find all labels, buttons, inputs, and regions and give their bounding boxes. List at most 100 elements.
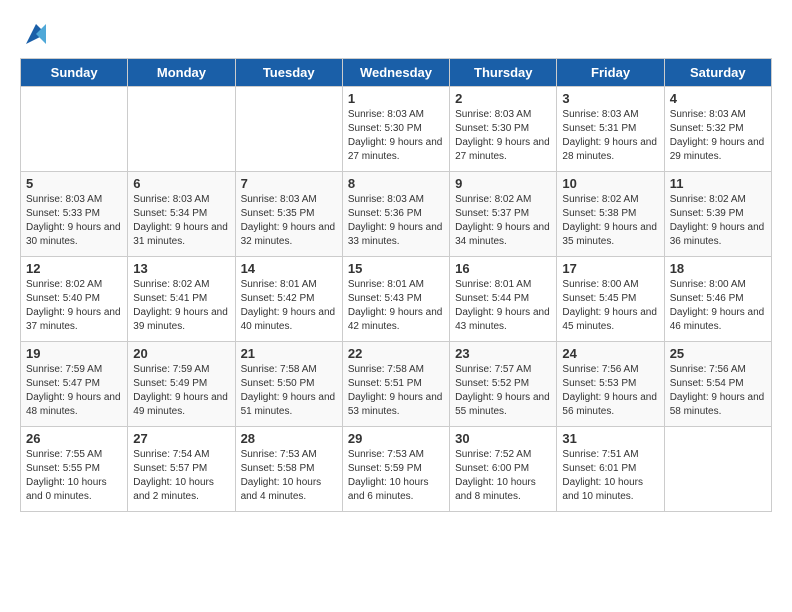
day-info: Sunrise: 8:01 AM Sunset: 5:44 PM Dayligh…: [455, 278, 551, 334]
day-info: Sunrise: 7:51 AM Sunset: 6:01 PM Dayligh…: [562, 448, 658, 504]
day-cell-11: 11 Sunrise: 8:02 AM Sunset: 5:39 PM Dayli…: [664, 172, 771, 257]
day-cell-4: 4 Sunrise: 8:03 AM Sunset: 5:32 PM Daylig…: [664, 87, 771, 172]
day-number: 10: [562, 176, 658, 191]
day-cell-1: 1 Sunrise: 8:03 AM Sunset: 5:30 PM Daylig…: [342, 87, 449, 172]
day-cell-22: 22 Sunrise: 7:58 AM Sunset: 5:51 PM Dayli…: [342, 342, 449, 427]
empty-cell: [128, 87, 235, 172]
day-cell-12: 12Sunrise: 8:02 AM Sunset: 5:40 PM Dayli…: [21, 257, 128, 342]
day-cell-5: 5 Sunrise: 8:03 AM Sunset: 5:33 PM Daylig…: [21, 172, 128, 257]
day-cell-31: 31 Sunrise: 7:51 AM Sunset: 6:01 PM Dayli…: [557, 427, 664, 512]
day-cell-8: 8 Sunrise: 8:03 AM Sunset: 5:36 PM Daylig…: [342, 172, 449, 257]
day-info: Sunrise: 7:54 AM Sunset: 5:57 PM Dayligh…: [133, 448, 229, 504]
day-cell-27: 27 Sunrise: 7:54 AM Sunset: 5:57 PM Dayli…: [128, 427, 235, 512]
day-info: Sunrise: 8:03 AM Sunset: 5:32 PM Dayligh…: [670, 108, 766, 164]
day-cell-15: 15 Sunrise: 8:01 AM Sunset: 5:43 PM Dayli…: [342, 257, 449, 342]
logo-icon: [22, 20, 50, 48]
logo: [20, 20, 50, 48]
day-number: 1: [348, 91, 444, 106]
day-cell-7: 7 Sunrise: 8:03 AM Sunset: 5:35 PM Daylig…: [235, 172, 342, 257]
day-number: 2: [455, 91, 551, 106]
day-info: Sunrise: 7:56 AM Sunset: 5:54 PM Dayligh…: [670, 363, 766, 419]
day-info: Sunrise: 7:58 AM Sunset: 5:50 PM Dayligh…: [241, 363, 337, 419]
day-info: Sunrise: 7:58 AM Sunset: 5:51 PM Dayligh…: [348, 363, 444, 419]
day-number: 7: [241, 176, 337, 191]
day-cell-14: 14Sunrise: 8:01 AM Sunset: 5:42 PM Dayli…: [235, 257, 342, 342]
day-info: Sunrise: 7:55 AM Sunset: 5:55 PM Dayligh…: [26, 448, 122, 504]
day-cell-25: 25 Sunrise: 7:56 AM Sunset: 5:54 PM Dayli…: [664, 342, 771, 427]
day-info: Sunrise: 7:56 AM Sunset: 5:53 PM Dayligh…: [562, 363, 658, 419]
day-cell-23: 23 Sunrise: 7:57 AM Sunset: 5:52 PM Dayli…: [450, 342, 557, 427]
day-info: Sunrise: 8:02 AM Sunset: 5:37 PM Dayligh…: [455, 193, 551, 249]
day-info: Sunrise: 7:53 AM Sunset: 5:59 PM Dayligh…: [348, 448, 444, 504]
day-number: 21: [241, 346, 337, 361]
day-number: 5: [26, 176, 122, 191]
day-number: 15: [348, 261, 444, 276]
day-header-friday: Friday: [557, 59, 664, 87]
day-number: 22: [348, 346, 444, 361]
day-cell-30: 30 Sunrise: 7:52 AM Sunset: 6:00 PM Dayli…: [450, 427, 557, 512]
empty-cell: [21, 87, 128, 172]
day-cell-13: 13Sunrise: 8:02 AM Sunset: 5:41 PM Dayli…: [128, 257, 235, 342]
day-number: 11: [670, 176, 766, 191]
day-number: 23: [455, 346, 551, 361]
day-cell-28: 28 Sunrise: 7:53 AM Sunset: 5:58 PM Dayli…: [235, 427, 342, 512]
day-info: Sunrise: 8:03 AM Sunset: 5:34 PM Dayligh…: [133, 193, 229, 249]
day-info: Sunrise: 8:00 AM Sunset: 5:45 PM Dayligh…: [562, 278, 658, 334]
day-header-thursday: Thursday: [450, 59, 557, 87]
day-number: 4: [670, 91, 766, 106]
day-cell-24: 24 Sunrise: 7:56 AM Sunset: 5:53 PM Dayli…: [557, 342, 664, 427]
day-cell-9: 9 Sunrise: 8:02 AM Sunset: 5:37 PM Daylig…: [450, 172, 557, 257]
day-info: Sunrise: 8:01 AM Sunset: 5:42 PM Dayligh…: [241, 278, 337, 334]
day-cell-21: 21 Sunrise: 7:58 AM Sunset: 5:50 PM Dayli…: [235, 342, 342, 427]
day-info: Sunrise: 8:03 AM Sunset: 5:33 PM Dayligh…: [26, 193, 122, 249]
day-info: Sunrise: 7:52 AM Sunset: 6:00 PM Dayligh…: [455, 448, 551, 504]
day-cell-19: 19 Sunrise: 7:59 AM Sunset: 5:47 PM Dayli…: [21, 342, 128, 427]
day-header-sunday: Sunday: [21, 59, 128, 87]
day-cell-20: 20Sunrise: 7:59 AM Sunset: 5:49 PM Dayli…: [128, 342, 235, 427]
day-info: Sunrise: 8:03 AM Sunset: 5:30 PM Dayligh…: [455, 108, 551, 164]
day-number: 26: [26, 431, 122, 446]
page-header: [20, 20, 772, 48]
day-number: 18: [670, 261, 766, 276]
day-header-wednesday: Wednesday: [342, 59, 449, 87]
day-info: Sunrise: 8:03 AM Sunset: 5:35 PM Dayligh…: [241, 193, 337, 249]
calendar-table: SundayMondayTuesdayWednesdayThursdayFrid…: [20, 58, 772, 512]
day-cell-16: 16 Sunrise: 8:01 AM Sunset: 5:44 PM Dayli…: [450, 257, 557, 342]
day-number: 25: [670, 346, 766, 361]
day-number: 27: [133, 431, 229, 446]
day-number: 31: [562, 431, 658, 446]
day-number: 29: [348, 431, 444, 446]
day-info: Sunrise: 7:59 AM Sunset: 5:47 PM Dayligh…: [26, 363, 122, 419]
day-info: Sunrise: 8:03 AM Sunset: 5:31 PM Dayligh…: [562, 108, 658, 164]
day-number: 28: [241, 431, 337, 446]
day-cell-2: 2 Sunrise: 8:03 AM Sunset: 5:30 PM Daylig…: [450, 87, 557, 172]
day-number: 9: [455, 176, 551, 191]
day-cell-17: 17 Sunrise: 8:00 AM Sunset: 5:45 PM Dayli…: [557, 257, 664, 342]
day-cell-10: 10 Sunrise: 8:02 AM Sunset: 5:38 PM Dayli…: [557, 172, 664, 257]
day-cell-26: 26 Sunrise: 7:55 AM Sunset: 5:55 PM Dayli…: [21, 427, 128, 512]
day-number: 16: [455, 261, 551, 276]
day-number: 24: [562, 346, 658, 361]
day-info: Sunrise: 8:02 AM Sunset: 5:38 PM Dayligh…: [562, 193, 658, 249]
day-info: Sunrise: 8:03 AM Sunset: 5:30 PM Dayligh…: [348, 108, 444, 164]
empty-cell: [664, 427, 771, 512]
day-number: 12: [26, 261, 122, 276]
day-header-monday: Monday: [128, 59, 235, 87]
day-info: Sunrise: 8:03 AM Sunset: 5:36 PM Dayligh…: [348, 193, 444, 249]
empty-cell: [235, 87, 342, 172]
day-info: Sunrise: 7:53 AM Sunset: 5:58 PM Dayligh…: [241, 448, 337, 504]
day-number: 8: [348, 176, 444, 191]
day-number: 19: [26, 346, 122, 361]
day-number: 17: [562, 261, 658, 276]
day-info: Sunrise: 8:00 AM Sunset: 5:46 PM Dayligh…: [670, 278, 766, 334]
day-number: 13: [133, 261, 229, 276]
day-cell-3: 3 Sunrise: 8:03 AM Sunset: 5:31 PM Daylig…: [557, 87, 664, 172]
day-header-saturday: Saturday: [664, 59, 771, 87]
day-info: Sunrise: 8:01 AM Sunset: 5:43 PM Dayligh…: [348, 278, 444, 334]
day-number: 30: [455, 431, 551, 446]
day-number: 3: [562, 91, 658, 106]
day-cell-18: 18 Sunrise: 8:00 AM Sunset: 5:46 PM Dayli…: [664, 257, 771, 342]
day-info: Sunrise: 7:59 AM Sunset: 5:49 PM Dayligh…: [133, 363, 229, 419]
day-info: Sunrise: 8:02 AM Sunset: 5:39 PM Dayligh…: [670, 193, 766, 249]
day-info: Sunrise: 7:57 AM Sunset: 5:52 PM Dayligh…: [455, 363, 551, 419]
